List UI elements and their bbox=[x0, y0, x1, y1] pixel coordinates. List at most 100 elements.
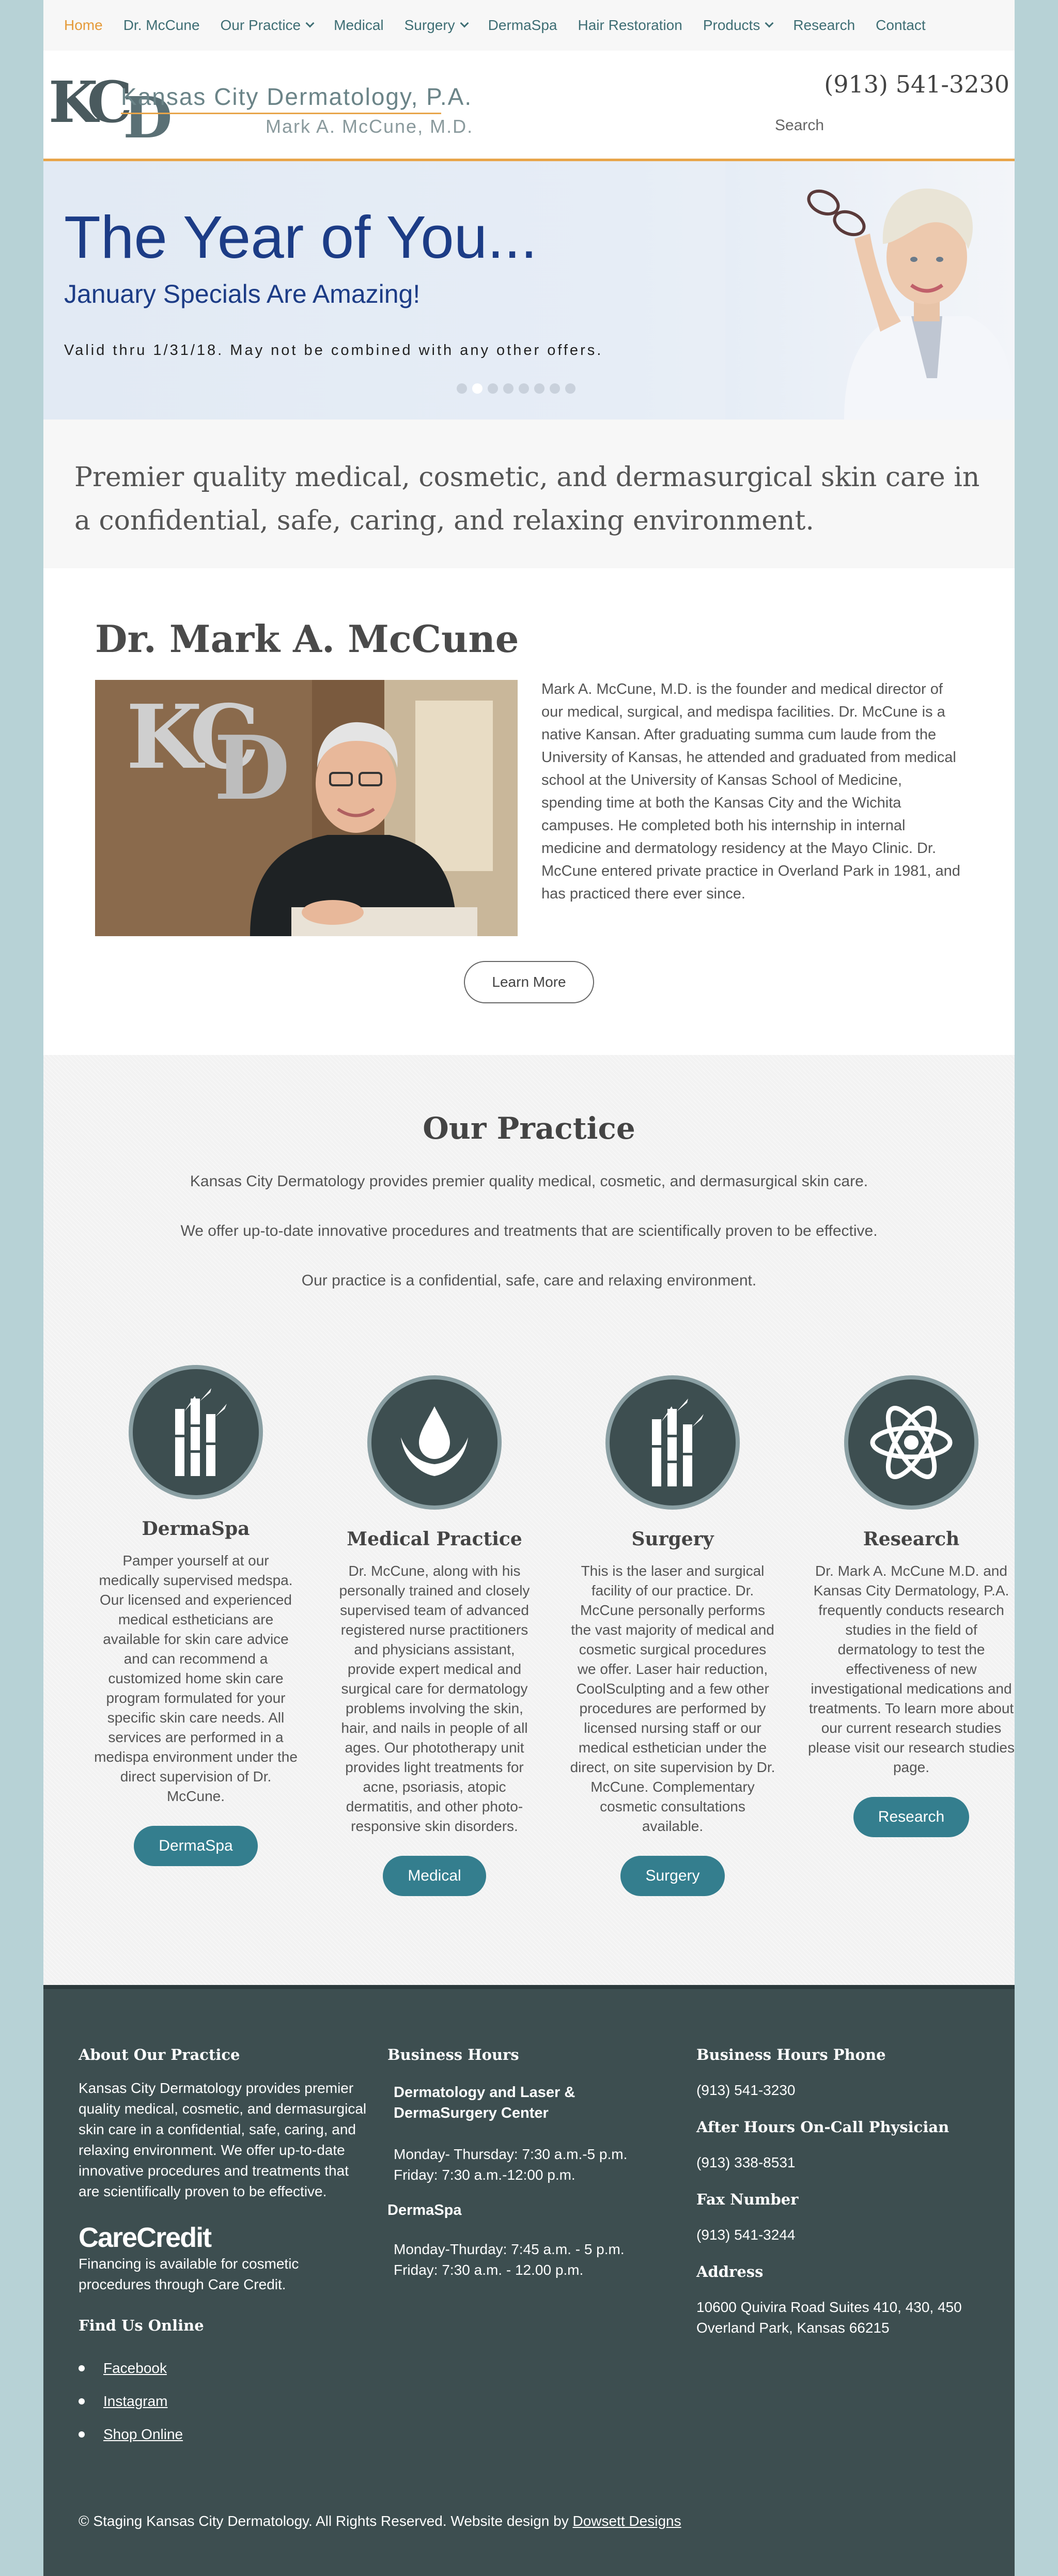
hero-title: The Year of You... bbox=[64, 204, 537, 271]
search-link[interactable]: Search bbox=[775, 117, 824, 134]
nav-item-dermaspa[interactable]: DermaSpa bbox=[488, 17, 557, 34]
service-heading: Research bbox=[863, 1528, 960, 1550]
service-heading: Surgery bbox=[631, 1528, 714, 1550]
designer-link[interactable]: Dowsett Designs bbox=[573, 2513, 681, 2529]
hero-subtitle: January Specials Are Amazing! bbox=[64, 280, 421, 308]
slider-dot-active[interactable] bbox=[472, 383, 483, 394]
research-button[interactable]: Research bbox=[853, 1797, 970, 1837]
carecredit-block: CareCredit bbox=[79, 2222, 368, 2254]
nav-item-contact[interactable]: Contact bbox=[876, 17, 926, 34]
dermaspa-button[interactable]: DermaSpa bbox=[134, 1826, 258, 1866]
footer-heading: Business Hours bbox=[387, 2046, 519, 2063]
footer-contact: Business Hours Phone (913) 541-3230 Afte… bbox=[696, 2046, 996, 2338]
page: Home Dr. McCune Our Practice Medical Sur… bbox=[43, 0, 1015, 2576]
slider-dot[interactable] bbox=[488, 383, 498, 394]
footer-heading: Business Hours Phone bbox=[696, 2046, 886, 2063]
hero-woman-photo bbox=[725, 161, 1015, 420]
instagram-link[interactable]: Instagram bbox=[79, 2393, 368, 2410]
financing-text: Financing is available for cosmetic proc… bbox=[79, 2256, 299, 2292]
surgery-button[interactable]: Surgery bbox=[620, 1856, 725, 1896]
service-card-medical: Medical Practice Dr. McCune, along with … bbox=[331, 1375, 538, 1896]
nav-item-label: Our Practice bbox=[220, 17, 301, 33]
link-label: Facebook bbox=[103, 2360, 167, 2376]
copyright-text: © Staging Kansas City Dermatology. All R… bbox=[79, 2513, 569, 2529]
bamboo-icon bbox=[129, 1365, 263, 1499]
link-label: Shop Online bbox=[103, 2426, 183, 2442]
nav-item-home[interactable]: Home bbox=[64, 17, 103, 34]
service-text: Pamper yourself at our medically supervi… bbox=[94, 1553, 298, 1804]
service-heading: DermaSpa bbox=[142, 1518, 250, 1540]
oncall-phone[interactable]: (913) 338-8531 bbox=[696, 2152, 996, 2173]
nav-item-products[interactable]: Products bbox=[703, 17, 774, 34]
site-logo[interactable]: KCD Kansas City Dermatology, P.A. Mark A… bbox=[49, 71, 472, 149]
footer-heading: About Our Practice bbox=[79, 2046, 240, 2063]
nav-item-label: Dr. McCune bbox=[123, 17, 200, 33]
practice-title: Our Practice bbox=[423, 1111, 635, 1146]
copyright: © Staging Kansas City Dermatology. All R… bbox=[79, 2513, 681, 2530]
social-links: Facebook Instagram Shop Online bbox=[79, 2360, 368, 2443]
logo-underline bbox=[121, 113, 441, 114]
footer-about: About Our Practice Kansas City Dermatolo… bbox=[79, 2046, 368, 2459]
hours-center-line: Friday: 7:30 a.m.-12:00 p.m. bbox=[394, 2167, 575, 2183]
tagline-text: Premier quality medical, cosmetic, and d… bbox=[74, 462, 980, 536]
service-card-dermaspa: DermaSpa Pamper yourself at our medicall… bbox=[92, 1365, 299, 1866]
practice-line: Our practice is a confidential, safe, ca… bbox=[301, 1272, 757, 1289]
doctor-photo: KC D bbox=[95, 680, 518, 936]
hours-center-line: Monday- Thursday: 7:30 a.m.-5 p.m. bbox=[394, 2146, 628, 2162]
link-label: Instagram bbox=[103, 2393, 168, 2409]
slider-dot[interactable] bbox=[503, 383, 514, 394]
nav-item-surgery[interactable]: Surgery bbox=[404, 17, 469, 34]
doctor-section: Dr. Mark A. McCune KC D Mark A. McCune, … bbox=[43, 568, 1015, 1055]
address-line: Overland Park, Kansas 66215 bbox=[696, 2320, 890, 2336]
carecredit-logo: CareCredit bbox=[79, 2222, 212, 2253]
shop-online-link[interactable]: Shop Online bbox=[79, 2426, 368, 2443]
doctor-bio: Mark A. McCune, M.D. is the founder and … bbox=[541, 681, 960, 902]
nav-item-research[interactable]: Research bbox=[793, 17, 855, 34]
slider-dots bbox=[457, 383, 575, 394]
slider-dot[interactable] bbox=[550, 383, 560, 394]
nav-item-our-practice[interactable]: Our Practice bbox=[220, 17, 315, 34]
footer-phone[interactable]: (913) 541-3230 bbox=[696, 2080, 996, 2101]
nav-item-label: Home bbox=[64, 17, 103, 33]
footer-heading: Find Us Online bbox=[79, 2317, 204, 2334]
slider-dot[interactable] bbox=[534, 383, 544, 394]
svg-text:D: D bbox=[214, 717, 290, 820]
hero-slider: The Year of You... January Specials Are … bbox=[43, 161, 1015, 420]
footer-heading: After Hours On-Call Physician bbox=[696, 2118, 950, 2136]
logo-doctor: Mark A. McCune, M.D. bbox=[266, 116, 474, 137]
header-phone[interactable]: (913) 541-3230 bbox=[824, 70, 1009, 98]
chevron-down-icon bbox=[460, 19, 469, 28]
hours-spa-line: Friday: 7:30 a.m. - 12.00 p.m. bbox=[394, 2262, 584, 2278]
tagline-section: Premier quality medical, cosmetic, and d… bbox=[43, 420, 1015, 568]
slider-dot[interactable] bbox=[565, 383, 575, 394]
drop-in-hands-icon bbox=[367, 1375, 502, 1510]
service-text: This is the laser and surgical facility … bbox=[570, 1563, 775, 1834]
nav-item-medical[interactable]: Medical bbox=[334, 17, 383, 34]
facebook-link[interactable]: Facebook bbox=[79, 2360, 368, 2377]
nav-item-label: Contact bbox=[876, 17, 926, 33]
chevron-down-icon bbox=[765, 19, 774, 28]
slider-dot[interactable] bbox=[519, 383, 529, 394]
top-navigation: Home Dr. McCune Our Practice Medical Sur… bbox=[43, 0, 1015, 51]
nav-item-label: Hair Restoration bbox=[578, 17, 682, 33]
service-text: Dr. Mark A. McCune M.D. and Kansas City … bbox=[808, 1563, 1015, 1775]
service-card-research: Research Dr. Mark A. McCune M.D. and Kan… bbox=[808, 1375, 1015, 1837]
learn-more-button[interactable]: Learn More bbox=[464, 961, 594, 1003]
bamboo-icon bbox=[605, 1375, 740, 1510]
medical-button[interactable]: Medical bbox=[383, 1856, 486, 1896]
site-footer: About Our Practice Kansas City Dermatolo… bbox=[43, 1985, 1015, 2576]
logo-name: Kansas City Dermatology, P.A. bbox=[121, 83, 473, 110]
chevron-down-icon bbox=[305, 19, 315, 28]
nav-item-hair-restoration[interactable]: Hair Restoration bbox=[578, 17, 682, 34]
slider-dot[interactable] bbox=[457, 383, 467, 394]
footer-hours: Business Hours Dermatology and Laser & D… bbox=[387, 2046, 677, 2280]
service-card-surgery: Surgery This is the laser and surgical f… bbox=[569, 1375, 776, 1896]
hero-valid-note: Valid thru 1/31/18. May not be combined … bbox=[64, 342, 603, 359]
nav-item-dr-mccune[interactable]: Dr. McCune bbox=[123, 17, 200, 34]
nav-item-label: Medical bbox=[334, 17, 384, 33]
nav-item-label: DermaSpa bbox=[488, 17, 557, 33]
hours-spa-line: Monday-Thurday: 7:45 a.m. - 5 p.m. bbox=[394, 2241, 625, 2257]
footer-heading: Fax Number bbox=[696, 2191, 799, 2208]
address-line: 10600 Quivira Road Suites 410, 430, 450 bbox=[696, 2299, 962, 2315]
doctor-title: Dr. Mark A. McCune bbox=[95, 617, 519, 661]
